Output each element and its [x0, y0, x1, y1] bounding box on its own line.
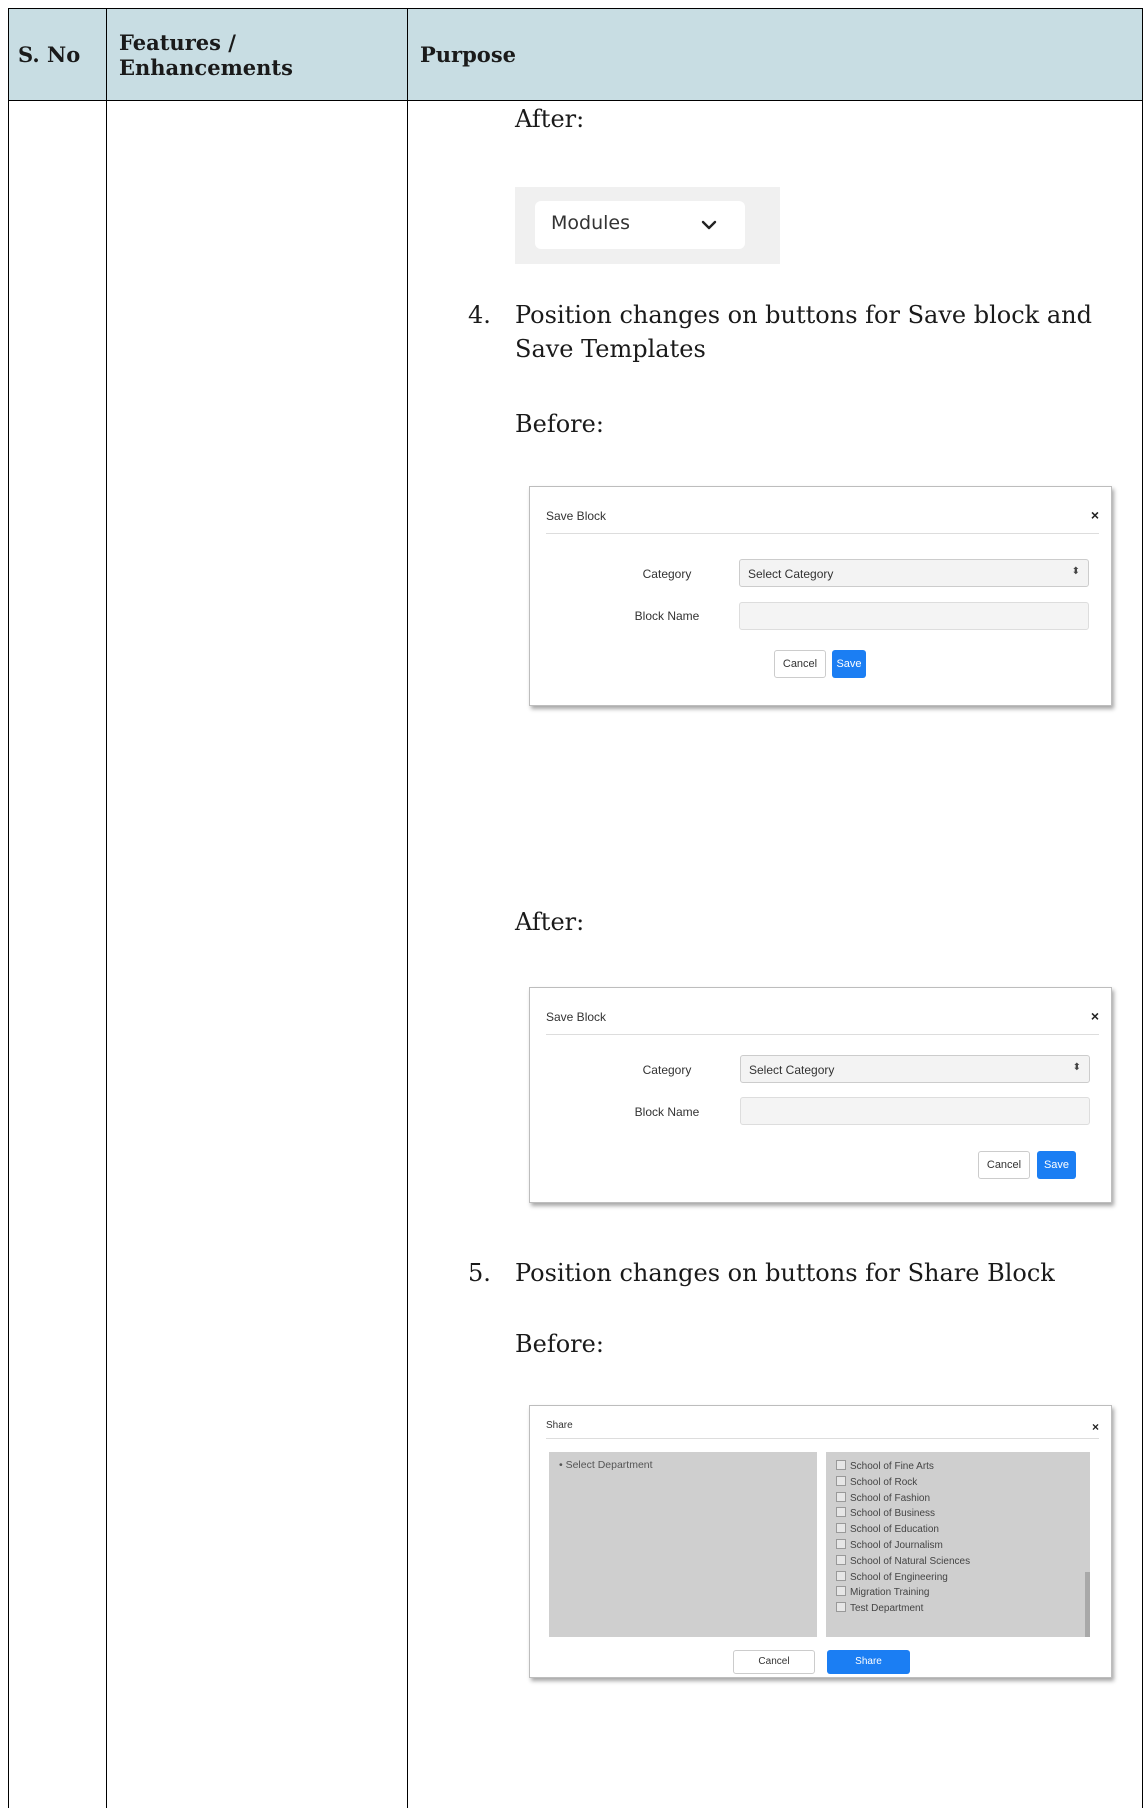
after-label-2: After: [515, 908, 585, 936]
block-name-input[interactable] [739, 602, 1089, 630]
list-item[interactable]: School of Fine Arts [836, 1460, 934, 1473]
item4-number: 4. [468, 301, 491, 329]
checkbox[interactable] [836, 1539, 846, 1549]
share-button[interactable]: Share [827, 1650, 910, 1674]
block-name-label: Block Name [634, 1105, 700, 1119]
save-button[interactable]: Save [1037, 1151, 1076, 1179]
checkbox[interactable] [836, 1475, 846, 1486]
select-department-label: Select Department [565, 1459, 653, 1471]
list-item-label: School of Fine Arts [850, 1461, 934, 1472]
category-select-value: Select Category [748, 567, 834, 581]
dialog-divider [546, 1438, 1099, 1439]
list-item-label: School of Fashion [850, 1492, 931, 1504]
close-icon[interactable]: × [1091, 1008, 1099, 1024]
category-label: Category [642, 567, 692, 581]
table-header-divider [8, 100, 1143, 101]
block-name-input[interactable] [740, 1097, 1090, 1125]
list-item-label: Migration Training [850, 1587, 930, 1599]
close-icon[interactable]: × [1091, 507, 1099, 523]
item4-line2: Save Templates [515, 335, 706, 363]
select-department-item[interactable]: • Select Department [559, 1459, 653, 1471]
category-select[interactable]: Select Category ⬍ [740, 1055, 1090, 1083]
category-label: Category [642, 1063, 692, 1077]
list-item[interactable]: Migration Training [836, 1586, 929, 1599]
block-name-label: Block Name [634, 609, 700, 623]
checkbox[interactable] [836, 1554, 846, 1565]
list-item[interactable]: School of Engineering [836, 1570, 948, 1584]
checkbox[interactable] [836, 1570, 846, 1581]
table-border-top [8, 8, 1143, 9]
after-label-1: After: [515, 105, 585, 133]
select-arrows-icon: ⬍ [1072, 1062, 1081, 1073]
dialog-title: Save Block [546, 1010, 607, 1024]
school-list-panel: School of Fine Arts School of Rock Schoo… [826, 1452, 1090, 1637]
share-dialog: Share × • Select Department School of Fi… [529, 1405, 1112, 1678]
list-item-label: Test Department [850, 1603, 924, 1615]
checkbox[interactable] [836, 1523, 846, 1534]
before-label-2: Before: [515, 1330, 604, 1358]
item4-line1: Position changes on buttons for Save blo… [515, 301, 1092, 329]
list-item[interactable]: Test Department [836, 1602, 923, 1615]
chevron-down-icon [701, 220, 717, 230]
cancel-button[interactable]: Cancel [774, 650, 826, 678]
dialog-title: Share [546, 1420, 573, 1431]
column-divider-1 [106, 8, 107, 1808]
list-item-label: School of Education [850, 1524, 939, 1536]
table-border-left [8, 8, 9, 1808]
checkbox[interactable] [836, 1507, 846, 1518]
modules-dropdown-image: Modules [515, 187, 780, 264]
close-icon[interactable]: × [1092, 1420, 1099, 1434]
column-divider-2 [407, 8, 408, 1808]
header-features-line2: Enhancements [119, 55, 293, 80]
list-item-label: School of Natural Sciences [850, 1555, 971, 1567]
list-item[interactable]: School of Journalism [836, 1539, 943, 1552]
dialog-title: Save Block [546, 509, 607, 523]
select-arrows-icon: ⬍ [1071, 566, 1080, 577]
department-panel: • Select Department [549, 1452, 817, 1637]
checkbox[interactable] [836, 1460, 846, 1470]
dialog-divider [546, 533, 1099, 534]
checkbox[interactable] [836, 1602, 846, 1613]
cancel-button[interactable]: Cancel [978, 1151, 1030, 1179]
save-block-after-dialog: Save Block × Category Select Category ⬍ … [529, 987, 1112, 1203]
checkbox[interactable] [836, 1586, 846, 1597]
dialog-divider [546, 1034, 1099, 1035]
before-label-1: Before: [515, 410, 604, 438]
cancel-button[interactable]: Cancel [733, 1650, 815, 1674]
item5-number: 5. [468, 1259, 491, 1287]
list-item-label: School of Engineering [850, 1571, 948, 1583]
list-item-label: School of Rock [850, 1476, 918, 1488]
list-item[interactable]: School of Education [836, 1523, 939, 1536]
save-block-before-dialog: Save Block × Category Select Category ⬍ … [529, 486, 1112, 706]
list-item[interactable]: School of Fashion [836, 1491, 931, 1505]
header-purpose: Purpose [420, 42, 516, 67]
list-item[interactable]: School of Business [836, 1507, 935, 1520]
header-sno: S. No [18, 42, 81, 67]
scrollbar-thumb[interactable] [1085, 1572, 1090, 1637]
save-button[interactable]: Save [832, 650, 866, 678]
modules-label: Modules [551, 212, 630, 234]
item5-text: Position changes on buttons for Share Bl… [515, 1259, 1055, 1287]
checkbox[interactable] [836, 1491, 846, 1502]
category-select[interactable]: Select Category ⬍ [739, 559, 1089, 587]
category-select-value: Select Category [749, 1063, 835, 1077]
modules-dropdown: Modules [535, 201, 745, 249]
list-item-label: School of Business [850, 1508, 936, 1520]
list-item-label: School of Journalism [850, 1540, 943, 1551]
list-item[interactable]: School of Natural Sciences [836, 1554, 971, 1568]
list-item[interactable]: School of Rock [836, 1475, 918, 1489]
header-features-line1: Features / [119, 30, 236, 55]
